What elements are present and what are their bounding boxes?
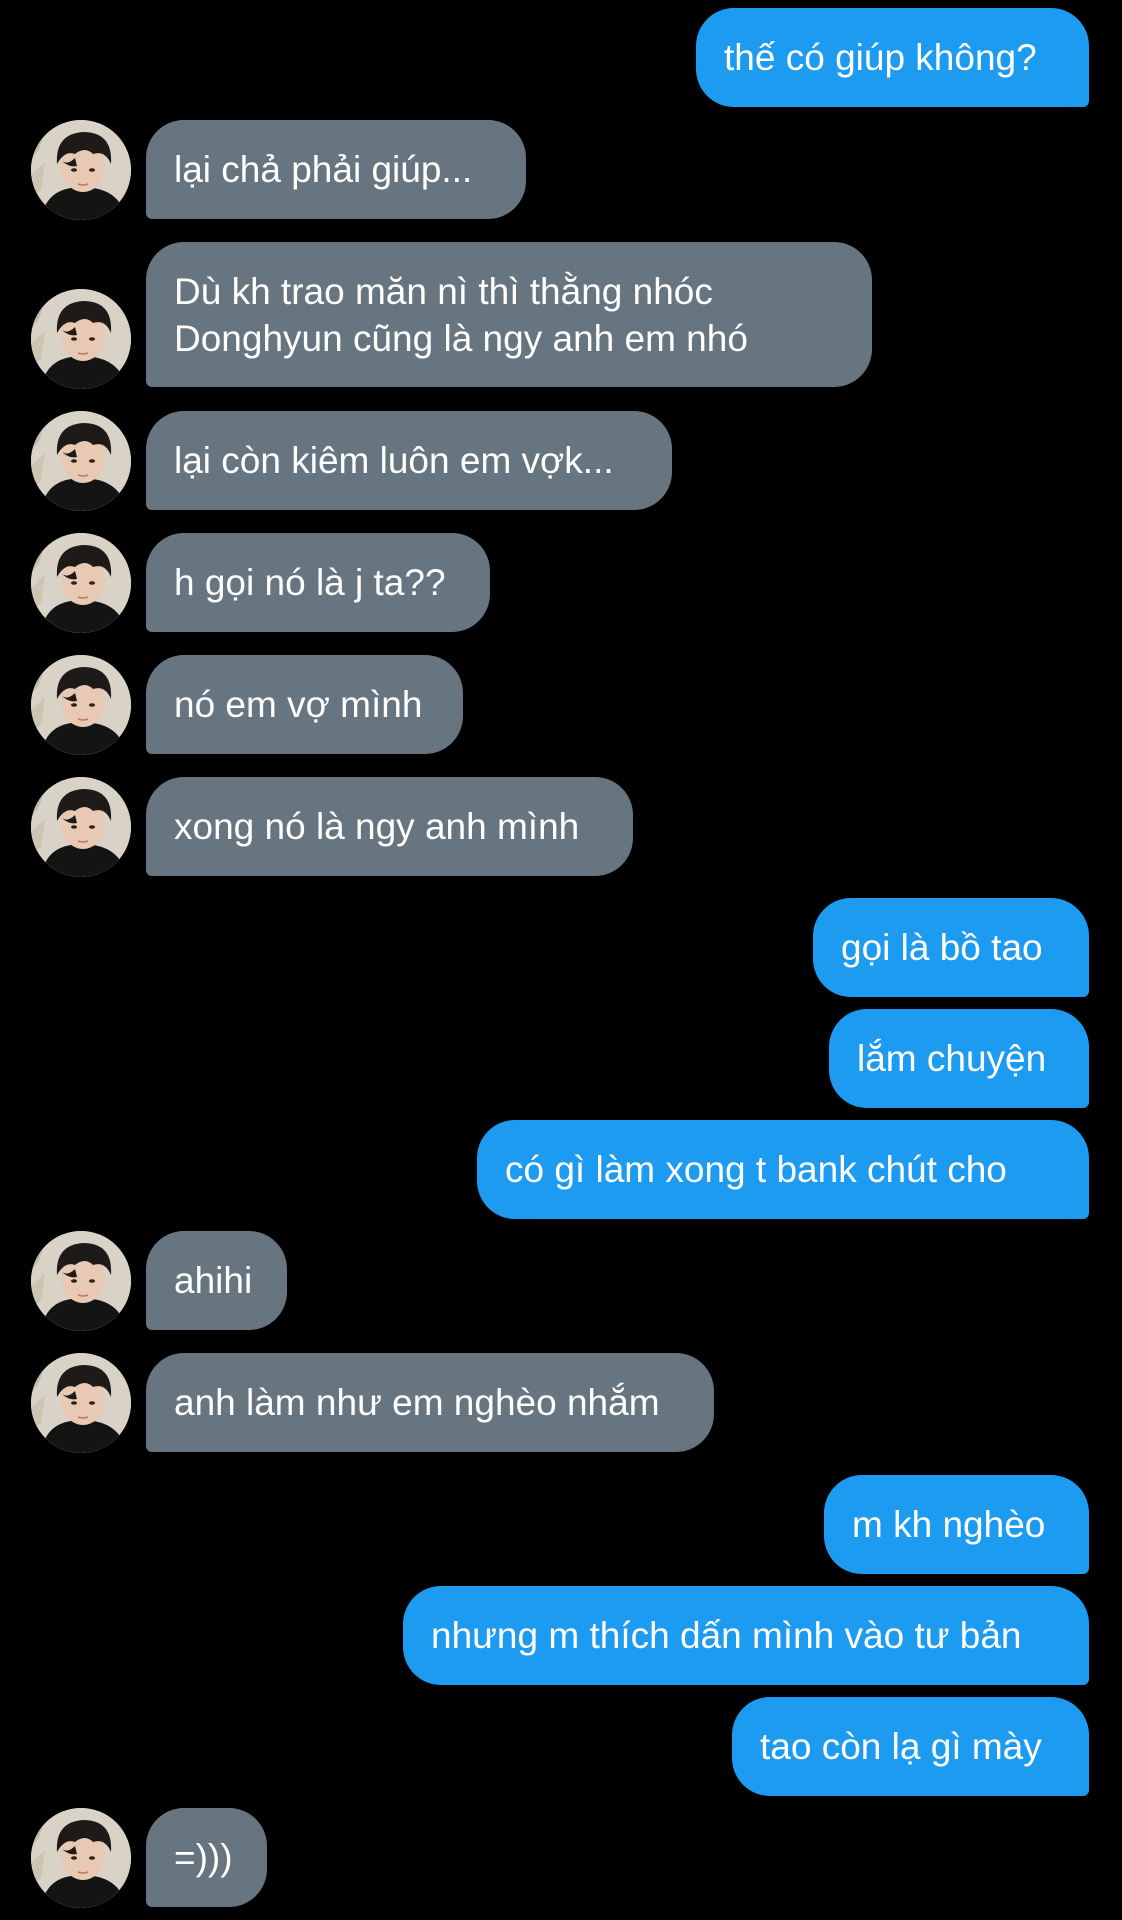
message-line: Donghyun cũng là ngy anh em nhó xyxy=(174,317,748,359)
contact-avatar[interactable] xyxy=(31,1808,131,1908)
message-text: tao còn lạ gì mày xyxy=(760,1726,1042,1767)
user-avatar-photo-icon xyxy=(31,289,131,389)
message-text: lại chả phải giúp... xyxy=(174,149,473,190)
message-line: Dù kh trao măn nì thì thằng nhóc xyxy=(174,270,713,312)
message-text: m kh nghèo xyxy=(852,1504,1046,1545)
message-text: gọi là bồ tao xyxy=(841,927,1043,968)
outgoing-message-bubble[interactable]: nhưng m thích dấn mình vào tư bản xyxy=(403,1586,1089,1685)
message-text: nhưng m thích dấn mình vào tư bản xyxy=(431,1615,1022,1656)
contact-avatar[interactable] xyxy=(31,411,131,511)
user-avatar-photo-icon xyxy=(31,411,131,511)
user-avatar-photo-icon xyxy=(31,1231,131,1331)
contact-avatar[interactable] xyxy=(31,289,131,389)
user-avatar-photo-icon xyxy=(31,777,131,877)
user-avatar-photo-icon xyxy=(31,1353,131,1453)
incoming-message-bubble[interactable]: ahihi xyxy=(146,1231,287,1330)
incoming-message-bubble[interactable]: Dù kh trao măn nì thì thằng nhóc Donghyu… xyxy=(146,242,872,387)
outgoing-message-bubble[interactable]: gọi là bồ tao xyxy=(813,898,1089,997)
contact-avatar[interactable] xyxy=(31,533,131,633)
outgoing-message-bubble[interactable]: lắm chuyện xyxy=(829,1009,1089,1108)
user-avatar-photo-icon xyxy=(31,120,131,220)
outgoing-message-bubble[interactable]: thế có giúp không? xyxy=(696,8,1089,107)
message-text: có gì làm xong t bank chút cho xyxy=(505,1149,1007,1190)
contact-avatar[interactable] xyxy=(31,777,131,877)
incoming-message-bubble[interactable]: lại còn kiêm luôn em vợk... xyxy=(146,411,672,510)
incoming-message-bubble[interactable]: h gọi nó là j ta?? xyxy=(146,533,490,632)
incoming-message-bubble[interactable]: xong nó là ngy anh mình xyxy=(146,777,633,876)
message-text: xong nó là ngy anh mình xyxy=(174,806,580,847)
contact-avatar[interactable] xyxy=(31,1231,131,1331)
incoming-message-bubble[interactable]: =))) xyxy=(146,1808,267,1907)
contact-avatar[interactable] xyxy=(31,1353,131,1453)
user-avatar-photo-icon xyxy=(31,533,131,633)
message-text: nó em vợ mình xyxy=(174,684,423,725)
message-text: lại còn kiêm luôn em vợk... xyxy=(174,440,614,481)
message-text: =))) xyxy=(174,1837,233,1878)
message-text: ahihi xyxy=(174,1260,253,1301)
message-text: thế có giúp không? xyxy=(724,37,1037,78)
contact-avatar[interactable] xyxy=(31,120,131,220)
message-text: h gọi nó là j ta?? xyxy=(174,562,446,603)
user-avatar-photo-icon xyxy=(31,1808,131,1908)
incoming-message-bubble[interactable]: nó em vợ mình xyxy=(146,655,463,754)
user-avatar-photo-icon xyxy=(31,655,131,755)
incoming-message-bubble[interactable]: anh làm như em nghèo nhắm xyxy=(146,1353,714,1452)
message-text: anh làm như em nghèo nhắm xyxy=(174,1382,660,1423)
incoming-message-bubble[interactable]: lại chả phải giúp... xyxy=(146,120,526,219)
message-text: lắm chuyện xyxy=(857,1038,1047,1079)
outgoing-message-bubble[interactable]: có gì làm xong t bank chút cho xyxy=(477,1120,1089,1219)
contact-avatar[interactable] xyxy=(31,655,131,755)
outgoing-message-bubble[interactable]: tao còn lạ gì mày xyxy=(732,1697,1089,1796)
chat-thread[interactable]: thế có giúp không? lại chả phải giúp... … xyxy=(0,0,1122,1920)
outgoing-message-bubble[interactable]: m kh nghèo xyxy=(824,1475,1089,1574)
message-text: Dù kh trao măn nì thì thằng nhóc Donghyu… xyxy=(174,268,748,362)
